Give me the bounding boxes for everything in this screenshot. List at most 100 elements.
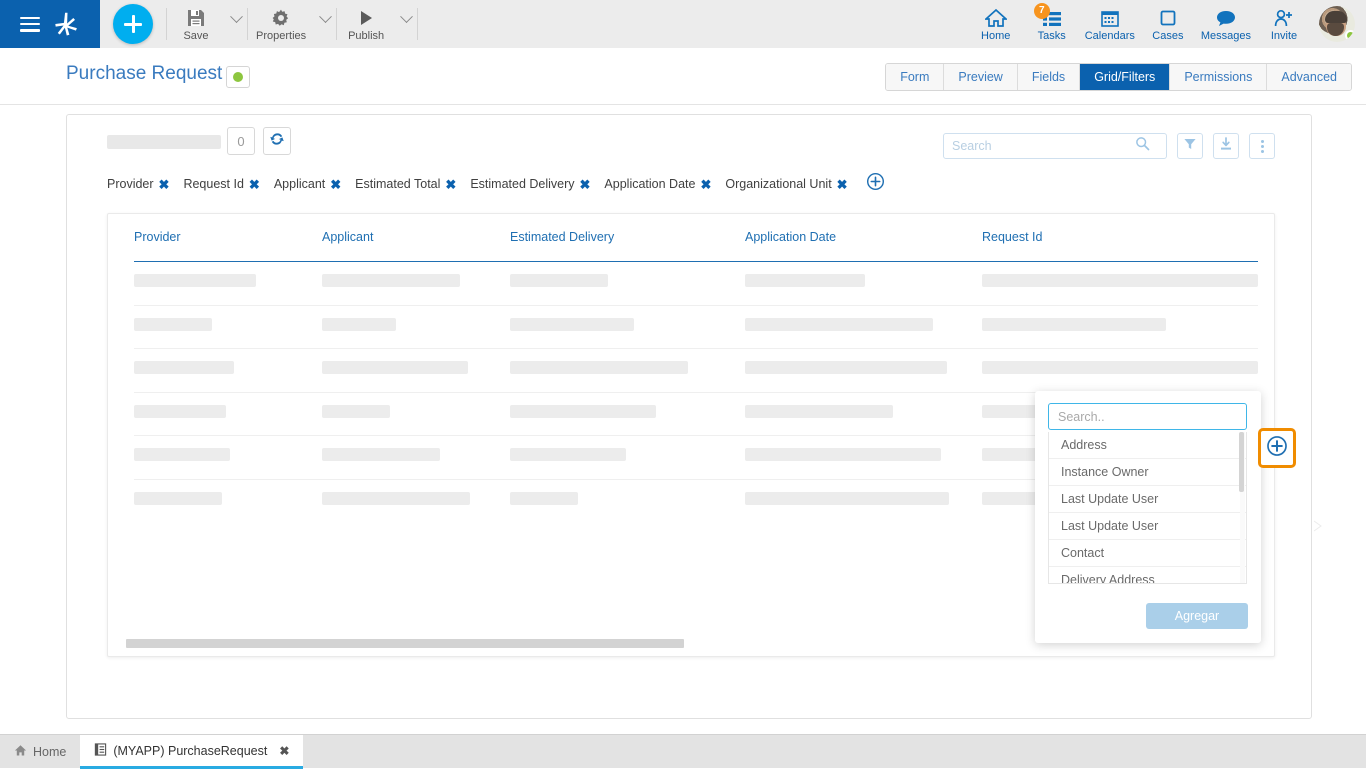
search-input[interactable] <box>944 134 1126 158</box>
popup-scrollbar-track[interactable] <box>1240 432 1245 584</box>
skeleton-cell <box>134 318 212 331</box>
tasks-badge: 7 <box>1034 3 1050 19</box>
field-option[interactable]: Last Update User <box>1049 513 1246 540</box>
avatar-button[interactable] <box>1312 0 1362 48</box>
chip-remove-icon[interactable]: ✖ <box>330 178 341 191</box>
chip-remove-icon[interactable]: ✖ <box>249 178 260 191</box>
panel-expand-handle[interactable] <box>1313 507 1323 545</box>
chip-remove-icon[interactable]: ✖ <box>580 178 591 191</box>
invite-user-icon <box>1273 6 1295 28</box>
skeleton-cell <box>322 405 390 418</box>
tab-fields[interactable]: Fields <box>1018 64 1080 90</box>
tab-grid-filters[interactable]: Grid/Filters <box>1080 64 1170 90</box>
chip-applicant[interactable]: Applicant ✖ <box>274 177 341 191</box>
grid-name-placeholder[interactable] <box>107 135 221 149</box>
taskbar-item-home[interactable]: Home <box>0 735 80 769</box>
tab-permissions[interactable]: Permissions <box>1170 64 1267 90</box>
filter-button[interactable] <box>1177 133 1203 159</box>
home-button[interactable]: Home <box>968 0 1024 48</box>
column-header-application-date[interactable]: Application Date <box>745 230 836 244</box>
more-options-button[interactable] <box>1249 133 1275 159</box>
field-option[interactable]: Last Update User <box>1049 486 1246 513</box>
chip-request-id[interactable]: Request Id ✖ <box>183 177 259 191</box>
table-row[interactable] <box>134 306 1258 350</box>
popup-add-button[interactable]: Agregar <box>1146 603 1248 629</box>
skeleton-cell <box>510 405 656 418</box>
chevron-down-icon <box>400 10 413 23</box>
field-option[interactable]: Contact <box>1049 540 1246 567</box>
chip-organizational-unit[interactable]: Organizational Unit ✖ <box>725 177 847 191</box>
calendars-button[interactable]: Calendars <box>1080 0 1140 48</box>
properties-dropdown-button[interactable] <box>314 0 336 48</box>
taskbar-item-purchaserequest[interactable]: (MYAPP) PurchaseRequest ✖ <box>80 735 303 769</box>
tasks-button[interactable]: 7 Tasks <box>1024 0 1080 48</box>
bizagi-logo-icon[interactable] <box>51 9 81 39</box>
popup-scrollbar-thumb[interactable] <box>1239 432 1244 492</box>
chip-remove-icon[interactable]: ✖ <box>445 178 456 191</box>
chip-provider[interactable]: Provider ✖ <box>107 177 169 191</box>
messages-label: Messages <box>1201 31 1251 42</box>
close-icon[interactable]: ✖ <box>279 744 289 758</box>
chevron-down-icon <box>230 10 243 23</box>
table-row[interactable] <box>134 349 1258 393</box>
messages-button[interactable]: Messages <box>1196 0 1256 48</box>
row-count-input[interactable]: 0 <box>227 127 255 155</box>
chip-remove-icon[interactable]: ✖ <box>159 178 170 191</box>
refresh-button[interactable] <box>263 127 291 155</box>
properties-group: Properties <box>248 0 336 48</box>
skeleton-cell <box>745 492 949 505</box>
export-button[interactable] <box>1213 133 1239 159</box>
chip-estimated-total[interactable]: Estimated Total ✖ <box>355 177 456 191</box>
save-dropdown-button[interactable] <box>225 0 247 48</box>
horizontal-scrollbar-thumb[interactable] <box>126 639 684 648</box>
tab-form[interactable]: Form <box>886 64 944 90</box>
skeleton-cell <box>322 448 440 461</box>
vertical-dots-icon <box>1261 140 1264 153</box>
save-label: Save <box>183 31 208 42</box>
top-right-tools: Home 7 Tasks Calendars Cases Messa <box>968 0 1366 48</box>
highlighted-add-column-button[interactable] <box>1258 428 1296 468</box>
status-dot <box>1345 30 1355 41</box>
chip-estimated-delivery[interactable]: Estimated Delivery ✖ <box>470 177 590 191</box>
column-header-applicant[interactable]: Applicant <box>322 230 373 244</box>
tab-preview[interactable]: Preview <box>944 64 1017 90</box>
publish-button[interactable]: Publish <box>337 0 395 48</box>
field-option[interactable]: Address <box>1049 432 1246 459</box>
filter-chips: Provider ✖ Request Id ✖ Applicant ✖ Esti… <box>67 167 1311 201</box>
chip-label: Estimated Total <box>355 177 440 191</box>
bottom-taskbar: Home (MYAPP) PurchaseRequest ✖ <box>0 734 1366 768</box>
column-header-estimated-delivery[interactable]: Estimated Delivery <box>510 230 614 244</box>
invite-button[interactable]: Invite <box>1256 0 1312 48</box>
chip-application-date[interactable]: Application Date ✖ <box>604 177 711 191</box>
field-option[interactable]: Instance Owner <box>1049 459 1246 486</box>
save-button[interactable]: Save <box>167 0 225 48</box>
column-header-request-id[interactable]: Request Id <box>982 230 1042 244</box>
hamburger-icon[interactable] <box>20 17 40 32</box>
column-header-provider[interactable]: Provider <box>134 230 181 244</box>
chip-remove-icon[interactable]: ✖ <box>700 178 711 191</box>
status-badge[interactable] <box>226 66 250 88</box>
chip-remove-icon[interactable]: ✖ <box>837 178 848 191</box>
skeleton-cell <box>982 361 1258 374</box>
skeleton-cell <box>745 318 933 331</box>
page-title: Purchase Request <box>66 63 222 85</box>
table-row[interactable] <box>134 262 1258 306</box>
chip-label: Application Date <box>604 177 695 191</box>
tab-advanced[interactable]: Advanced <box>1267 64 1351 90</box>
skeleton-cell <box>982 318 1166 331</box>
new-element-button[interactable] <box>113 4 153 44</box>
skeleton-cell <box>745 361 947 374</box>
skeleton-cell <box>134 274 256 287</box>
skeleton-cell <box>510 492 578 505</box>
add-filter-button[interactable] <box>866 174 886 194</box>
properties-button[interactable]: Properties <box>248 0 314 48</box>
toolbar-spacer <box>418 0 968 48</box>
search-button[interactable] <box>1126 134 1158 158</box>
skeleton-cell <box>510 448 626 461</box>
publish-group: Publish <box>337 0 417 48</box>
field-option[interactable]: Delivery Address <box>1049 567 1246 584</box>
skeleton-cell <box>510 274 608 287</box>
cases-button[interactable]: Cases <box>1140 0 1196 48</box>
popup-search-input[interactable] <box>1049 404 1246 429</box>
publish-dropdown-button[interactable] <box>395 0 417 48</box>
